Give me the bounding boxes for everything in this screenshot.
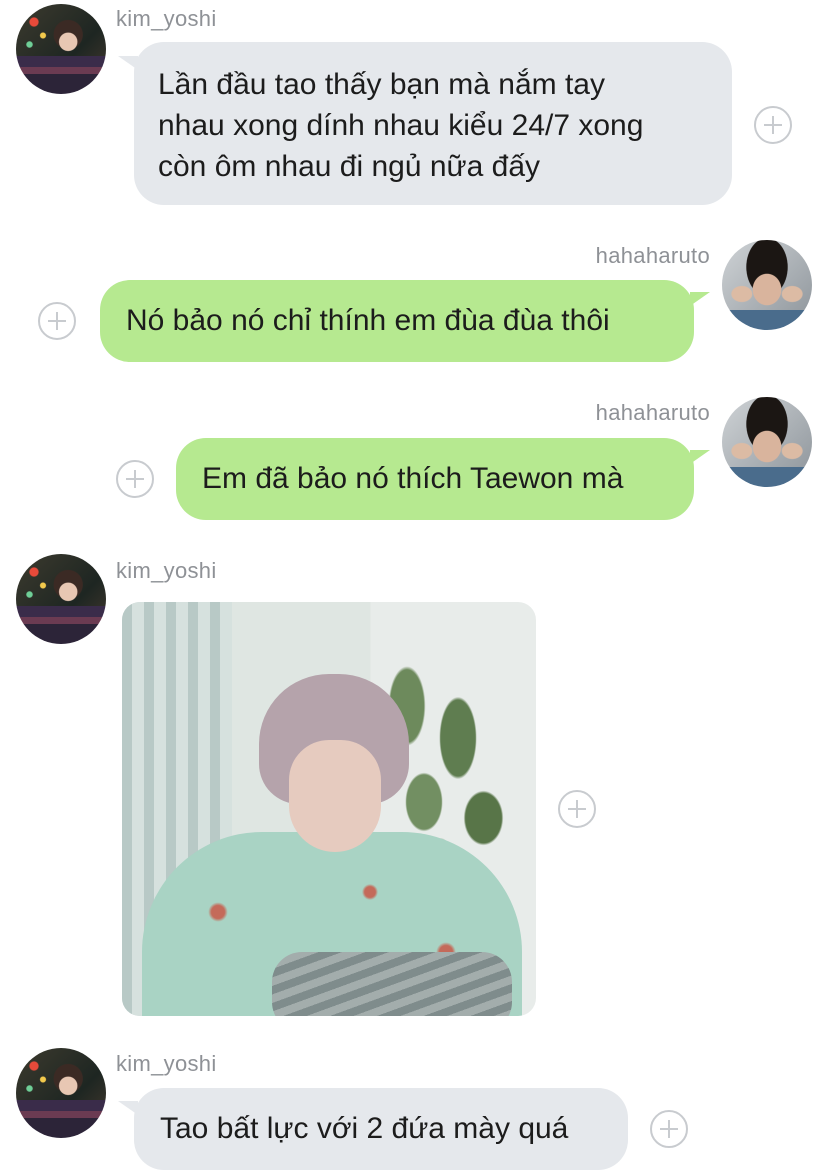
sender-name: kim_yoshi	[116, 1051, 217, 1076]
photo-person-face	[289, 740, 381, 852]
avatar[interactable]	[16, 554, 106, 644]
message-bubble[interactable]: Lần đầu tao thấy bạn mà nắm tay nhau xon…	[134, 42, 732, 205]
message-text: Em đã bảo nó thích Taewon mà	[202, 462, 624, 495]
sender-name: kim_yoshi	[116, 558, 217, 583]
message-bubble[interactable]: Nó bảo nó chỉ thính em đùa đùa thôi	[100, 280, 694, 362]
add-reaction-icon[interactable]	[754, 106, 792, 144]
avatar[interactable]	[722, 397, 812, 487]
photo-message[interactable]	[122, 602, 536, 1016]
avatar[interactable]	[16, 4, 106, 94]
add-reaction-icon[interactable]	[38, 302, 76, 340]
avatar[interactable]	[722, 240, 812, 330]
sender-name: kim_yoshi	[116, 6, 217, 31]
message-line: còn ôm nhau đi ngủ nữa đấy	[158, 150, 541, 183]
message-bubble[interactable]: Tao bất lực với 2 đứa mày quá	[134, 1088, 628, 1170]
chat-thread: kim_yoshi Lần đầu tao thấy bạn mà nắm ta…	[0, 0, 828, 1172]
add-reaction-icon[interactable]	[650, 1110, 688, 1148]
sender-name: hahaharuto	[595, 243, 710, 268]
add-reaction-icon[interactable]	[116, 460, 154, 498]
message-line: nhau xong dính nhau kiểu 24/7 xong	[158, 109, 644, 142]
avatar[interactable]	[16, 1048, 106, 1138]
sender-name: hahaharuto	[595, 400, 710, 425]
message-text: Tao bất lực với 2 đứa mày quá	[160, 1112, 569, 1145]
message-line: Lần đầu tao thấy bạn mà nắm tay	[158, 68, 605, 101]
add-reaction-icon[interactable]	[558, 790, 596, 828]
photo-pillow	[272, 952, 512, 1016]
message-bubble[interactable]: Em đã bảo nó thích Taewon mà	[176, 438, 694, 520]
message-text: Nó bảo nó chỉ thính em đùa đùa thôi	[126, 304, 610, 337]
